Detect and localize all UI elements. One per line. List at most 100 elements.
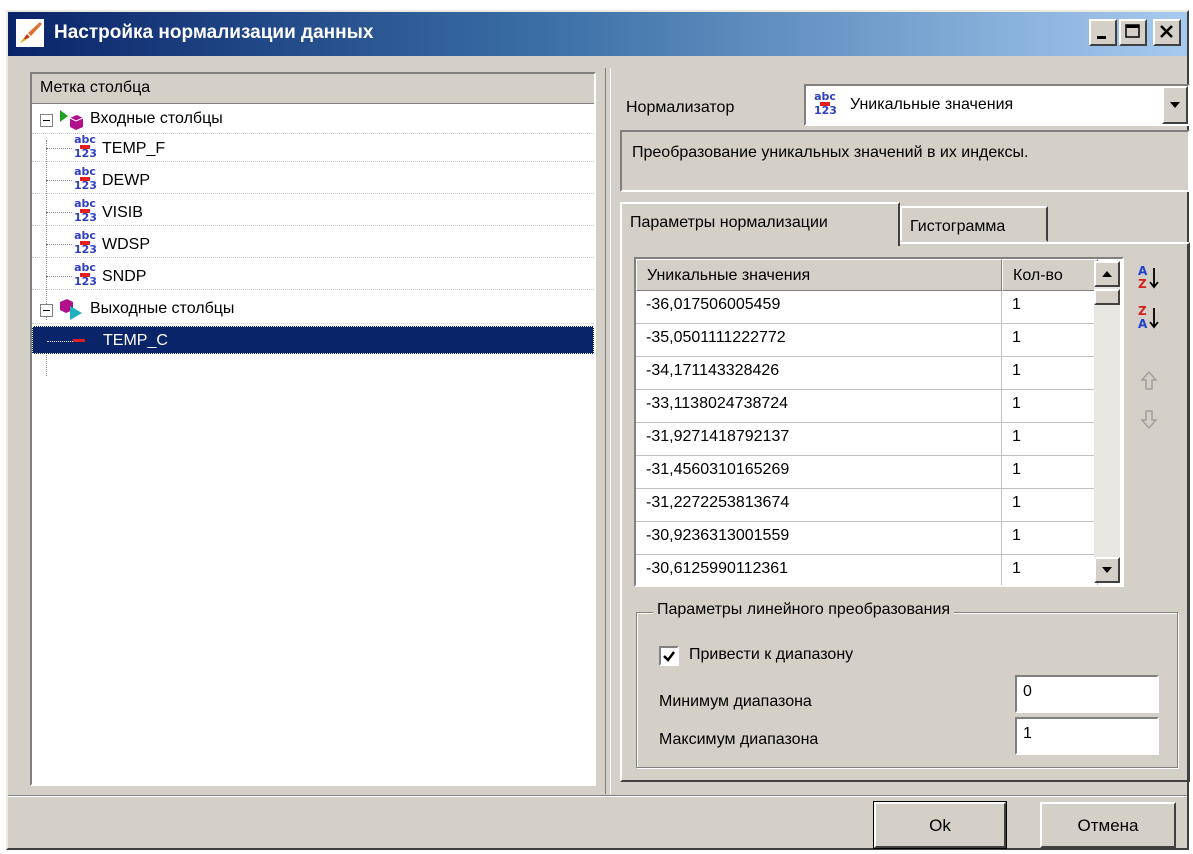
move-up-button[interactable] — [1134, 366, 1164, 396]
table-row[interactable]: -33,1138024738724 1 — [636, 390, 1098, 423]
dialog-window: Настройка нормализации данных Метка стол… — [6, 10, 1190, 850]
table-row[interactable]: -35,0501111222772 1 — [636, 324, 1098, 357]
normalizer-label: Нормализатор — [626, 99, 735, 116]
tab-histogram[interactable]: Гистограмма — [900, 206, 1048, 242]
tab-normalization-params[interactable]: Параметры нормализации — [620, 202, 900, 246]
output-columns-icon — [60, 299, 82, 320]
min-range-input[interactable]: 0 — [1015, 675, 1159, 713]
maximize-button[interactable] — [1119, 19, 1147, 46]
close-icon — [1160, 25, 1173, 38]
tree-group-output[interactable]: Выходные столбцы — [32, 296, 594, 324]
tree-item[interactable]: abc 123 WDSP — [32, 230, 594, 258]
max-range-input[interactable]: 1 — [1015, 717, 1159, 755]
scroll-up-button[interactable] — [1094, 261, 1120, 287]
tree-item[interactable]: abc 123 VISIB — [32, 198, 594, 226]
tree-group-input[interactable]: Входные столбцы — [32, 106, 594, 134]
check-icon — [663, 651, 675, 662]
tree-group-label: Входные столбцы — [90, 110, 223, 127]
abc-123-icon: abc 123 — [74, 165, 97, 192]
arrow-up-icon — [1140, 370, 1158, 390]
brush-icon — [16, 19, 44, 47]
svg-text:Z: Z — [1138, 277, 1147, 291]
arrow-down-icon — [1140, 410, 1158, 430]
svg-text:A: A — [1138, 317, 1148, 331]
cell-value: -33,1138024738724 — [636, 390, 1002, 423]
cell-value: -31,2272253813674 — [636, 489, 1002, 522]
cell-value: -31,9271418792137 — [636, 423, 1002, 456]
tree-header[interactable]: Метка столбца — [32, 74, 594, 104]
fit-range-label[interactable]: Привести к диапазону — [689, 646, 853, 664]
column-header-value[interactable]: Уникальные значения — [636, 259, 1002, 291]
cell-count: 1 — [1002, 324, 1098, 357]
cell-value: -30,6125990112361 — [636, 555, 1002, 585]
cancel-button[interactable]: Отмена — [1040, 802, 1176, 848]
tree-item-label: WDSP — [102, 236, 150, 253]
grid-scrollbar[interactable] — [1094, 261, 1120, 583]
abc-123-icon: abc 123 — [814, 90, 837, 117]
min-range-label: Минимум диапазона — [659, 693, 812, 710]
cell-value: -30,9236313001559 — [636, 522, 1002, 555]
sort-ascending-button[interactable]: A Z — [1134, 262, 1164, 292]
column-header-count[interactable]: Кол-во — [1002, 259, 1098, 291]
normalizer-select[interactable]: abc 123 Уникальные значения — [804, 84, 1190, 126]
minimize-icon — [1097, 36, 1106, 39]
cell-value: -36,017506005459 — [636, 291, 1002, 324]
collapse-icon[interactable] — [40, 114, 53, 127]
cell-count: 1 — [1002, 390, 1098, 423]
table-row[interactable]: -30,9236313001559 1 — [636, 522, 1098, 555]
cell-count: 1 — [1002, 489, 1098, 522]
table-row[interactable]: -31,4560310165269 1 — [636, 456, 1098, 489]
fit-range-checkbox[interactable] — [659, 646, 679, 666]
window-title: Настройка нормализации данных — [54, 22, 374, 43]
max-range-label: Максимум диапазона — [659, 731, 819, 748]
cell-count: 1 — [1002, 555, 1098, 585]
tree-item-label: TEMP_F — [102, 140, 166, 157]
cell-value: -34,171143328426 — [636, 357, 1002, 390]
chevron-up-icon — [1102, 271, 1112, 277]
column-tree[interactable]: Метка столбца Входные столбцы abc 123 TEM… — [30, 72, 596, 786]
table-row[interactable]: -36,017506005459 1 — [636, 291, 1098, 324]
tree-group-label: Выходные столбцы — [90, 300, 235, 317]
svg-text:Z: Z — [1138, 304, 1147, 318]
cell-count: 1 — [1002, 456, 1098, 489]
normalizer-description: Преобразование уникальных значений в их … — [620, 130, 1190, 192]
scroll-down-button[interactable] — [1094, 557, 1120, 583]
input-columns-icon — [60, 110, 84, 130]
unique-values-grid[interactable]: Уникальные значения Кол-во -36,017506005… — [634, 257, 1124, 587]
sort-descending-button[interactable]: Z A — [1134, 302, 1164, 332]
minimize-button[interactable] — [1089, 19, 1117, 46]
table-row[interactable]: -30,6125990112361 1 — [636, 555, 1098, 585]
abc-123-icon: abc 123 — [74, 229, 97, 256]
chevron-down-icon — [1102, 567, 1112, 573]
table-row[interactable]: -31,9271418792137 1 — [636, 423, 1098, 456]
close-button[interactable] — [1153, 19, 1181, 46]
ok-button[interactable]: Ok — [873, 801, 1007, 849]
sort-za-icon: Z A — [1138, 304, 1159, 331]
svg-text:A: A — [1138, 264, 1148, 278]
collapse-icon[interactable] — [40, 304, 53, 317]
table-row[interactable]: -31,2272253813674 1 — [636, 489, 1098, 522]
abc-123-icon: abc 123 — [74, 197, 97, 224]
panel-splitter[interactable] — [605, 68, 611, 794]
tree-item-selected[interactable]: TEMP_C — [32, 326, 594, 354]
tree-item[interactable]: abc 123 DEWP — [32, 166, 594, 194]
title-bar[interactable]: Настройка нормализации данных — [8, 12, 1187, 56]
scroll-thumb[interactable] — [1094, 289, 1120, 305]
cell-count: 1 — [1002, 291, 1098, 324]
cell-count: 1 — [1002, 423, 1098, 456]
tree-item-label: SNDP — [102, 268, 147, 285]
table-row[interactable]: -34,171143328426 1 — [636, 357, 1098, 390]
tree-item-label: VISIB — [102, 204, 143, 221]
dropdown-button[interactable] — [1162, 86, 1188, 124]
tree-item-label: TEMP_C — [103, 332, 168, 349]
maximize-icon — [1125, 24, 1140, 38]
tree-item[interactable]: abc 123 TEMP_F — [32, 134, 594, 162]
sort-az-icon: A Z — [1138, 264, 1159, 291]
chevron-down-icon — [1170, 102, 1180, 108]
cell-value: -31,4560310165269 — [636, 456, 1002, 489]
move-down-button[interactable] — [1134, 404, 1164, 434]
abc-123-icon: abc 123 — [74, 261, 97, 288]
cell-value: -35,0501111222772 — [636, 324, 1002, 357]
linear-transform-group: Параметры линейного преобразования Приве… — [636, 601, 1178, 768]
tree-item[interactable]: abc 123 SNDP — [32, 262, 594, 290]
